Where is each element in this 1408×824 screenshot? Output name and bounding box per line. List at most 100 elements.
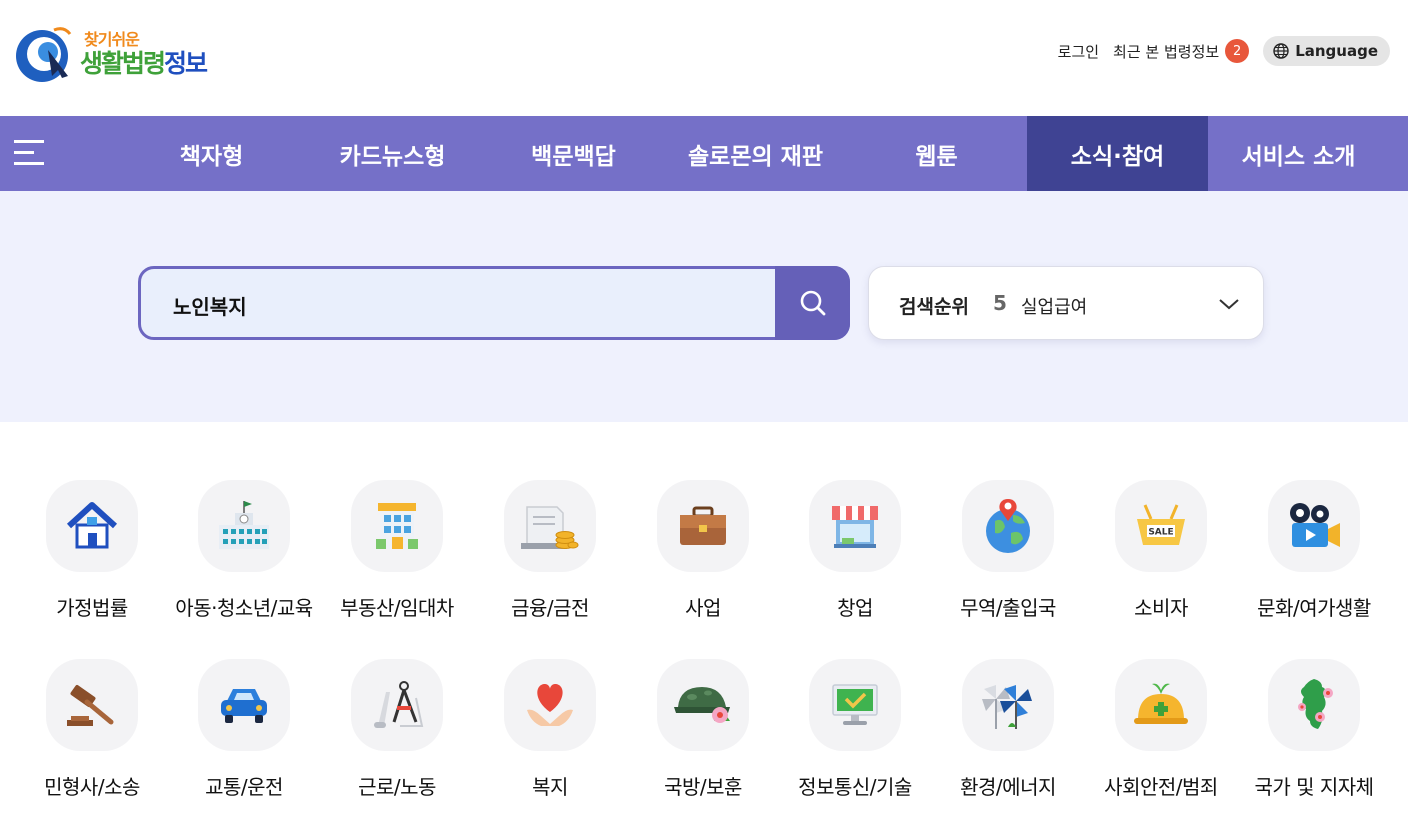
category-label: 문화/여가생활 — [1257, 596, 1371, 620]
nav-item-qna[interactable]: 백문백답 — [483, 116, 664, 191]
category-labor[interactable]: 근로/노동 — [321, 659, 473, 819]
category-welfare[interactable]: 복지 — [474, 659, 626, 819]
logo-mark-icon — [16, 27, 72, 82]
search-rank-term[interactable]: 실업급여 — [1021, 293, 1087, 319]
heart-hands-icon — [527, 684, 573, 726]
language-label: Language — [1295, 42, 1378, 60]
category-icon-wrap — [657, 480, 749, 572]
recent-laws-label: 최근 본 법령정보 — [1113, 42, 1220, 61]
category-startup[interactable]: 창업 — [779, 480, 931, 640]
category-ict[interactable]: 정보통신/기술 — [779, 659, 931, 819]
category-label: 국가 및 지자체 — [1254, 775, 1374, 799]
main-nav: 책자형 카드뉴스형 백문백답 솔로몬의 재판 웹툰 소식·참여 서비스 소개 — [0, 116, 1408, 191]
briefcase-icon — [680, 506, 726, 545]
category-icon-wrap — [657, 659, 749, 751]
category-label: 정보통신/기술 — [798, 775, 912, 799]
category-label: 교통/운전 — [205, 775, 283, 799]
category-icon-wrap — [962, 659, 1054, 751]
store-icon — [832, 506, 878, 548]
header: 찾기쉬운 생활법령정보 로그인 최근 본 법령정보 2 Language — [0, 0, 1408, 116]
search-input-value: 노인복지 — [173, 295, 247, 319]
nav-item-about[interactable]: 서비스 소개 — [1208, 116, 1389, 191]
category-family-law[interactable]: 가정법률 — [16, 480, 168, 640]
nav-item-news[interactable]: 소식·참여 — [1027, 116, 1208, 191]
category-finance[interactable]: 금융/금전 — [474, 480, 626, 640]
category-icon-wrap — [46, 659, 138, 751]
logo-title-part1: 생활법령 — [80, 49, 166, 78]
hamburger-menu-icon[interactable] — [14, 140, 46, 168]
category-label: 무역/출입국 — [960, 596, 1056, 620]
nav-item-booklet[interactable]: 책자형 — [121, 116, 302, 191]
recent-laws-link[interactable]: 최근 본 법령정보 2 — [1113, 39, 1250, 63]
category-real-estate[interactable]: 부동산/임대차 — [321, 480, 473, 640]
category-label: 국방/보훈 — [664, 775, 742, 799]
category-icon-wrap — [351, 480, 443, 572]
chevron-down-icon[interactable] — [1217, 292, 1241, 316]
search-rank-dropdown[interactable]: 검색순위 5 실업급여 — [868, 266, 1264, 340]
category-defense-veterans[interactable]: 국방/보훈 — [627, 659, 779, 819]
category-icon-wrap — [809, 659, 901, 751]
compass-icon — [374, 681, 424, 728]
logo-title: 생활법령정보 — [80, 44, 208, 80]
search-rank-label: 검색순위 — [899, 296, 969, 318]
search-button[interactable] — [775, 266, 850, 340]
category-icon-wrap — [1268, 480, 1360, 572]
category-label: 아동·청소년/교육 — [175, 596, 313, 620]
utility-menu: 로그인 최근 본 법령정보 2 Language — [1058, 36, 1390, 66]
search-section: 노인복지 검색순위 5 실업급여 — [0, 191, 1408, 422]
safety-hat-icon — [1134, 683, 1188, 724]
category-icon-wrap — [1115, 659, 1207, 751]
search-input[interactable]: 노인복지 — [138, 266, 850, 340]
category-business[interactable]: 사업 — [627, 480, 779, 640]
helmet-icon — [674, 687, 730, 723]
globe-icon — [1273, 43, 1289, 59]
category-icon-wrap — [46, 480, 138, 572]
site-logo[interactable]: 찾기쉬운 생활법령정보 — [14, 22, 214, 84]
category-label: 금융/금전 — [511, 596, 589, 620]
login-link[interactable]: 로그인 — [1058, 41, 1099, 62]
category-label: 민형사/소송 — [44, 775, 140, 799]
category-icon-wrap — [351, 659, 443, 751]
sale-basket-icon: SALE — [1137, 504, 1185, 545]
category-public-safety[interactable]: 사회안전/범죄 — [1085, 659, 1237, 819]
category-consumer[interactable]: SALE 소비자 — [1085, 480, 1237, 640]
school-icon — [219, 501, 269, 549]
nav-item-solomon[interactable]: 솔로몬의 재판 — [665, 116, 846, 191]
category-civil-criminal[interactable]: 민형사/소송 — [16, 659, 168, 819]
category-label: 근로/노동 — [358, 775, 436, 799]
category-label: 소비자 — [1134, 596, 1188, 620]
recent-count-badge: 2 — [1225, 39, 1250, 63]
category-icon-wrap — [198, 480, 290, 572]
house-icon — [66, 502, 118, 549]
category-icon-wrap — [504, 659, 596, 751]
category-label: 가정법률 — [56, 596, 128, 620]
category-label: 사회안전/범죄 — [1104, 775, 1218, 799]
gavel-icon — [67, 684, 114, 726]
language-button[interactable]: Language — [1263, 36, 1390, 66]
pinwheel-icon — [982, 685, 1032, 729]
building-icon — [376, 503, 418, 549]
category-child-education[interactable]: 아동·청소년/교육 — [168, 480, 320, 640]
category-label: 사업 — [685, 596, 721, 620]
logo-title-part2: 정보 — [164, 49, 208, 78]
category-traffic[interactable]: 교통/운전 — [168, 659, 320, 819]
category-state-local-gov[interactable]: 국가 및 지자체 — [1238, 659, 1390, 819]
category-icon-wrap: SALE — [1115, 480, 1207, 572]
monitor-icon — [832, 684, 878, 725]
search-rank-number: 5 — [993, 291, 1007, 315]
car-icon — [221, 689, 267, 723]
category-icon-wrap — [198, 659, 290, 751]
category-label: 부동산/임대차 — [340, 596, 454, 620]
money-icon — [521, 506, 579, 549]
category-trade-immigration[interactable]: 무역/출입국 — [932, 480, 1084, 640]
nav-item-webtoon[interactable]: 웹툰 — [846, 116, 1027, 191]
category-environment-energy[interactable]: 환경/에너지 — [932, 659, 1084, 819]
nav-item-cardnews[interactable]: 카드뉴스형 — [302, 116, 483, 191]
category-icon-wrap — [1268, 659, 1360, 751]
category-label: 창업 — [837, 596, 873, 620]
category-icon-wrap — [809, 480, 901, 572]
category-icon-wrap — [504, 480, 596, 572]
category-culture-leisure[interactable]: 문화/여가생활 — [1238, 480, 1390, 640]
korea-map-icon — [1298, 679, 1333, 729]
category-label: 환경/에너지 — [960, 775, 1056, 799]
